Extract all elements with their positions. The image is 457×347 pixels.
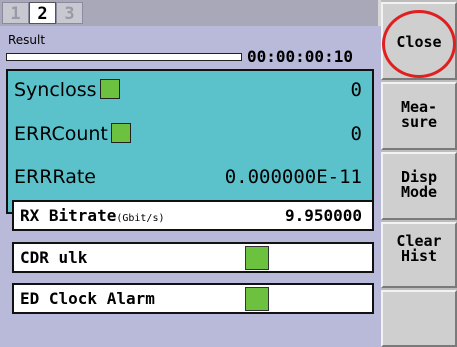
blank-softkey[interactable] [381, 290, 457, 347]
display-mode-button-line2: Mode [400, 183, 438, 201]
elapsed-timer: 00:00:00:10 [247, 47, 353, 66]
close-button-label: Close [396, 33, 442, 51]
clear-history-button-line2: Hist [400, 247, 438, 265]
progress-bar [6, 53, 242, 61]
tab-2[interactable]: 2 [29, 2, 56, 24]
syncloss-indicator [99, 79, 120, 99]
ed-clock-alarm-label: ED Clock Alarm [20, 289, 155, 308]
errcount-label: ERRCount [14, 123, 108, 145]
rx-bitrate-row: RX Bitrate(Gbit/s) 9.950000 [12, 200, 374, 231]
error-measurement-box: Syncloss 0 ERRCount 0 ERRRate 0.000000E-… [6, 69, 374, 214]
analyzer-screen: 1 2 3 Result 00:00:00:10 Syncloss 0 ERRC… [0, 0, 457, 347]
syncloss-label: Syncloss [14, 79, 97, 101]
syncloss-label-group: Syncloss [14, 79, 120, 101]
rx-bitrate-unit: (Gbit/s) [116, 213, 165, 224]
result-label: Result [8, 33, 46, 47]
errcount-indicator [110, 123, 131, 143]
errrate-value: 0.000000E-11 [224, 166, 362, 188]
tab-1[interactable]: 1 [2, 2, 29, 24]
syncloss-value: 0 [350, 79, 362, 101]
clear-history-button[interactable]: Clear Hist [381, 222, 457, 288]
result-panel: Result 00:00:00:10 Syncloss 0 ERRCount 0… [0, 26, 381, 347]
rx-bitrate-label-group: RX Bitrate(Gbit/s) [20, 206, 165, 225]
syncloss-row: Syncloss 0 [14, 75, 362, 107]
close-button[interactable]: Close [381, 2, 457, 80]
measure-button[interactable]: Mea- sure [381, 82, 457, 150]
softkey-column: Close Mea- sure Disp Mode Clear Hist [381, 0, 457, 347]
errcount-label-group: ERRCount [14, 123, 131, 145]
rx-bitrate-label: RX Bitrate [20, 206, 117, 225]
errcount-value: 0 [350, 123, 362, 145]
errrate-row: ERRRate 0.000000E-11 [14, 162, 362, 194]
measure-button-line2: sure [400, 113, 438, 131]
errrate-label: ERRRate [14, 166, 96, 188]
tab-3[interactable]: 3 [56, 2, 83, 24]
cdr-ulk-label: CDR ulk [20, 248, 88, 267]
rx-bitrate-value: 9.950000 [284, 206, 362, 225]
errcount-row: ERRCount 0 [14, 119, 362, 151]
tab-strip: 1 2 3 [0, 0, 378, 26]
cdr-ulk-indicator [245, 246, 269, 270]
cdr-ulk-row: CDR ulk [12, 242, 374, 273]
ed-clock-alarm-indicator [245, 287, 269, 311]
display-mode-button[interactable]: Disp Mode [381, 152, 457, 220]
ed-clock-alarm-row: ED Clock Alarm [12, 283, 374, 314]
